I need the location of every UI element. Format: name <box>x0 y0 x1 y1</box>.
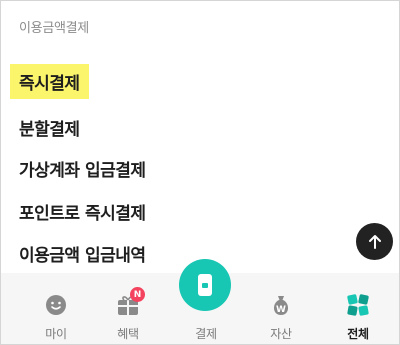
nav-label-all: 전체 <box>347 327 369 341</box>
svg-text:W: W <box>276 305 286 315</box>
screen-frame: 이용금액결제 즉시결제 분할결제 가상계좌 입금결제 포인트로 즉시결제 이용금… <box>0 0 400 345</box>
menu-item-virtual-account-payment[interactable]: 가상계좌 입금결제 <box>19 156 146 181</box>
grid-icon <box>346 293 370 317</box>
scroll-top-button[interactable] <box>356 223 393 260</box>
nav-item-asset[interactable]: W 자산 <box>246 273 316 344</box>
nav-label-asset: 자산 <box>270 327 292 341</box>
gift-icon: N <box>116 287 145 317</box>
menu-item-point-payment[interactable]: 포인트로 즉시결제 <box>19 199 146 224</box>
menu-item-installment-payment[interactable]: 분할결제 <box>19 115 80 140</box>
pay-button[interactable] <box>179 259 231 311</box>
money-bag-icon: W <box>269 293 293 317</box>
nav-item-my[interactable]: 마이 <box>21 273 91 344</box>
nav-label-benefit: 혜택 <box>117 327 139 341</box>
card-icon <box>198 274 212 296</box>
section-title: 이용금액결제 <box>19 21 89 36</box>
arrow-up-icon <box>368 234 381 249</box>
menu-item-payment-history[interactable]: 이용금액 입금내역 <box>19 241 146 266</box>
nav-item-all[interactable]: 전체 <box>323 273 393 344</box>
nav-label-my: 마이 <box>45 327 67 341</box>
menu-item-instant-payment[interactable]: 즉시결제 <box>10 64 89 99</box>
nav-label-pay: 결제 <box>195 327 217 341</box>
nav-item-benefit[interactable]: N 혜택 <box>93 273 163 344</box>
new-badge: N <box>130 287 145 302</box>
smile-icon <box>44 293 68 317</box>
